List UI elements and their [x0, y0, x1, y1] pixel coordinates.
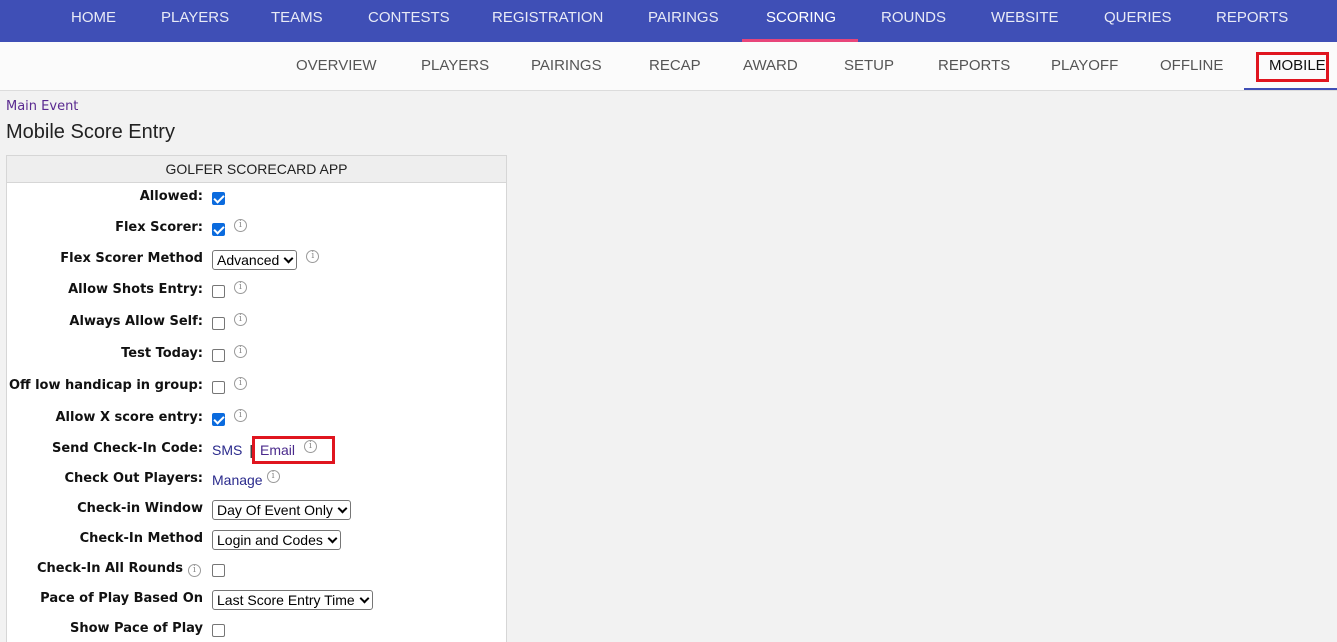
send-checkin-code-label: Send Check-In Code: — [51, 441, 203, 456]
allow-shots-entry-checkbox[interactable] — [212, 284, 225, 298]
manage-link[interactable]: Manage — [212, 472, 263, 488]
top-nav-rounds[interactable]: ROUNDS — [881, 0, 946, 42]
top-nav-contests[interactable]: CONTESTS — [368, 0, 450, 42]
sub-nav-award[interactable]: AWARD — [743, 42, 798, 90]
sub-nav-pairings[interactable]: PAIRINGS — [531, 42, 602, 90]
flex-scorer-checkbox[interactable] — [212, 222, 225, 236]
info-icon[interactable]: i — [266, 469, 280, 483]
info-icon[interactable]: i — [234, 376, 247, 390]
top-nav-home[interactable]: HOME — [71, 0, 116, 42]
sub-nav-reports[interactable]: REPORTS — [938, 42, 1010, 90]
pace-of-play-select[interactable]: Last Score Entry Time — [212, 590, 373, 610]
row-checkin-method: Check-In Method Login and Codes — [7, 528, 506, 552]
page-title: Mobile Score Entry — [6, 121, 175, 143]
checkin-window-label: Check-in Window — [77, 501, 203, 516]
info-icon[interactable]: i — [234, 408, 247, 422]
checkin-window-select[interactable]: Day Of Event Only — [212, 500, 351, 520]
checkin-method-value: Login and Codes — [217, 532, 323, 548]
flex-scorer-method-select[interactable]: Advanced — [212, 250, 298, 270]
mobile-highlight-box — [1256, 52, 1329, 82]
panel-title: GOLFER SCORECARD APP — [7, 156, 506, 183]
info-icon[interactable]: i — [234, 280, 247, 294]
top-nav: HOME PLAYERS TEAMS CONTESTS REGISTRATION… — [0, 0, 1337, 42]
row-always-allow-self: Always Allow Self: i — [7, 311, 506, 335]
checkin-all-rounds-label: Check-In All Rounds — [37, 561, 183, 576]
row-allowed: Allowed: — [7, 186, 506, 210]
sub-nav-active-bar — [1244, 88, 1337, 90]
pace-of-play-label: Pace of Play Based On — [40, 591, 203, 606]
top-nav-scoring[interactable]: SCORING — [766, 0, 836, 42]
test-today-label: Test Today: — [121, 346, 203, 361]
row-flex-scorer: Flex Scorer: i — [7, 217, 506, 241]
info-icon[interactable]: i — [234, 312, 247, 326]
show-pace-of-play-checkbox[interactable] — [212, 623, 225, 637]
top-nav-teams[interactable]: TEAMS — [271, 0, 323, 42]
allow-x-score-checkbox[interactable] — [212, 412, 225, 426]
sub-nav-offline[interactable]: OFFLINE — [1160, 42, 1223, 90]
info-icon[interactable]: i — [234, 218, 247, 232]
always-allow-self-label: Always Allow Self: — [69, 314, 203, 329]
allowed-checkbox[interactable] — [212, 191, 225, 205]
off-low-handicap-label: Off low handicap in group: — [8, 378, 203, 393]
allowed-label: Allowed: — [139, 189, 203, 204]
sub-nav: OVERVIEW PLAYERS PAIRINGS RECAP AWARD SE… — [0, 42, 1337, 91]
info-icon[interactable]: i — [234, 344, 247, 358]
flex-scorer-label: Flex Scorer: — [115, 220, 203, 235]
allow-shots-entry-label: Allow Shots Entry: — [68, 282, 203, 297]
row-show-pace-of-play: Show Pace of Play — [7, 618, 506, 642]
sub-nav-playoff[interactable]: PLAYOFF — [1051, 42, 1118, 90]
checkin-method-label: Check-In Method — [79, 531, 203, 546]
sub-nav-players[interactable]: PLAYERS — [421, 42, 489, 90]
sms-link[interactable]: SMS — [212, 442, 242, 458]
row-off-low-handicap: Off low handicap in group: i — [7, 375, 506, 399]
row-flex-scorer-method: Flex Scorer Method Advanced i — [7, 248, 506, 272]
email-highlight-box — [252, 436, 335, 464]
chevron-down-icon — [283, 253, 294, 263]
info-icon[interactable]: i — [306, 249, 320, 263]
sub-nav-recap[interactable]: RECAP — [649, 42, 701, 90]
chevron-down-icon — [359, 593, 370, 603]
top-nav-reports[interactable]: REPORTS — [1216, 0, 1288, 42]
row-checkin-window: Check-in Window Day Of Event Only — [7, 498, 506, 522]
checkin-method-select[interactable]: Login and Codes — [212, 530, 341, 550]
row-checkin-all-rounds: Check-In All Rounds i — [7, 558, 506, 582]
top-nav-registration[interactable]: REGISTRATION — [492, 0, 603, 42]
top-nav-pairings[interactable]: PAIRINGS — [648, 0, 719, 42]
top-nav-queries[interactable]: QUERIES — [1104, 0, 1172, 42]
row-allow-x-score: Allow X score entry: i — [7, 407, 506, 431]
checkin-all-rounds-checkbox[interactable] — [212, 563, 225, 577]
sub-nav-overview[interactable]: OVERVIEW — [296, 42, 377, 90]
row-check-out-players: Check Out Players: Manage i — [7, 468, 506, 492]
chevron-down-icon — [327, 533, 338, 543]
scorecard-panel: GOLFER SCORECARD APP Allowed: Flex Score… — [6, 155, 507, 642]
breadcrumb[interactable]: Main Event — [6, 99, 78, 114]
row-test-today: Test Today: i — [7, 343, 506, 367]
check-out-players-label: Check Out Players: — [64, 471, 203, 486]
checkin-window-value: Day Of Event Only — [217, 502, 333, 518]
allow-x-score-label: Allow X score entry: — [55, 410, 204, 425]
row-pace-of-play: Pace of Play Based On Last Score Entry T… — [7, 588, 506, 612]
sub-nav-setup[interactable]: SETUP — [844, 42, 894, 90]
show-pace-of-play-label: Show Pace of Play — [69, 621, 203, 636]
top-nav-players[interactable]: PLAYERS — [161, 0, 229, 42]
info-icon[interactable]: i — [188, 564, 201, 577]
row-allow-shots-entry: Allow Shots Entry: i — [7, 279, 506, 303]
pace-of-play-value: Last Score Entry Time — [217, 592, 355, 608]
test-today-checkbox[interactable] — [212, 348, 225, 362]
flex-scorer-method-label: Flex Scorer Method — [60, 251, 203, 266]
flex-scorer-method-value: Advanced — [217, 252, 280, 268]
off-low-handicap-checkbox[interactable] — [212, 380, 225, 394]
chevron-down-icon — [337, 503, 348, 513]
top-nav-website[interactable]: WEBSITE — [991, 0, 1059, 42]
always-allow-self-checkbox[interactable] — [212, 316, 225, 330]
